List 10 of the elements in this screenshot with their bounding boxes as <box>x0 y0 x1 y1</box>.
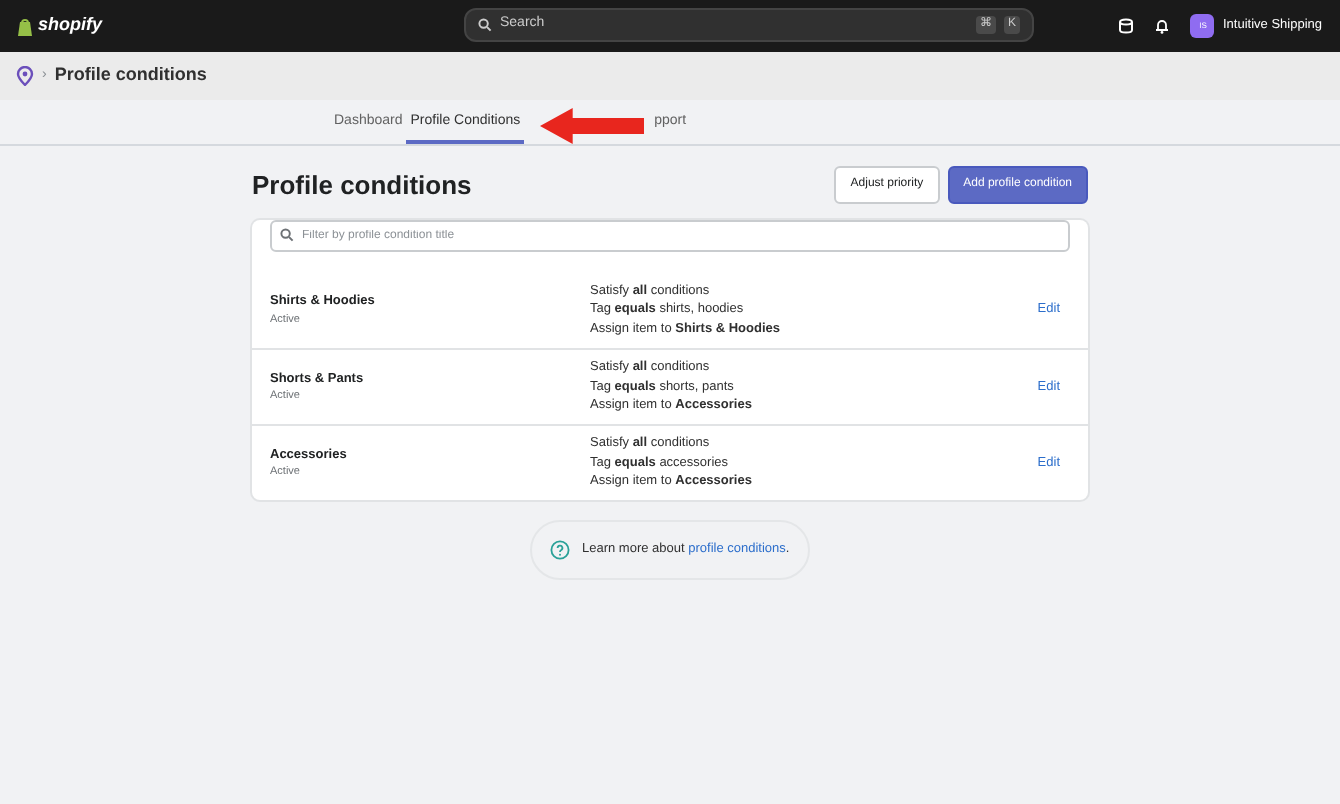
location-pin-icon[interactable] <box>16 66 34 86</box>
database-icon[interactable] <box>1118 18 1135 34</box>
bell-icon[interactable] <box>1154 18 1171 34</box>
arrow-annotation <box>540 108 644 144</box>
logo-text[interactable]: shopify <box>38 12 103 40</box>
page-title: Profile conditions <box>252 169 472 201</box>
search-icon <box>478 18 492 32</box>
page-heading: Profile conditions <box>54 62 207 89</box>
shopify-bag-icon <box>18 17 32 35</box>
help-icon <box>550 540 570 560</box>
